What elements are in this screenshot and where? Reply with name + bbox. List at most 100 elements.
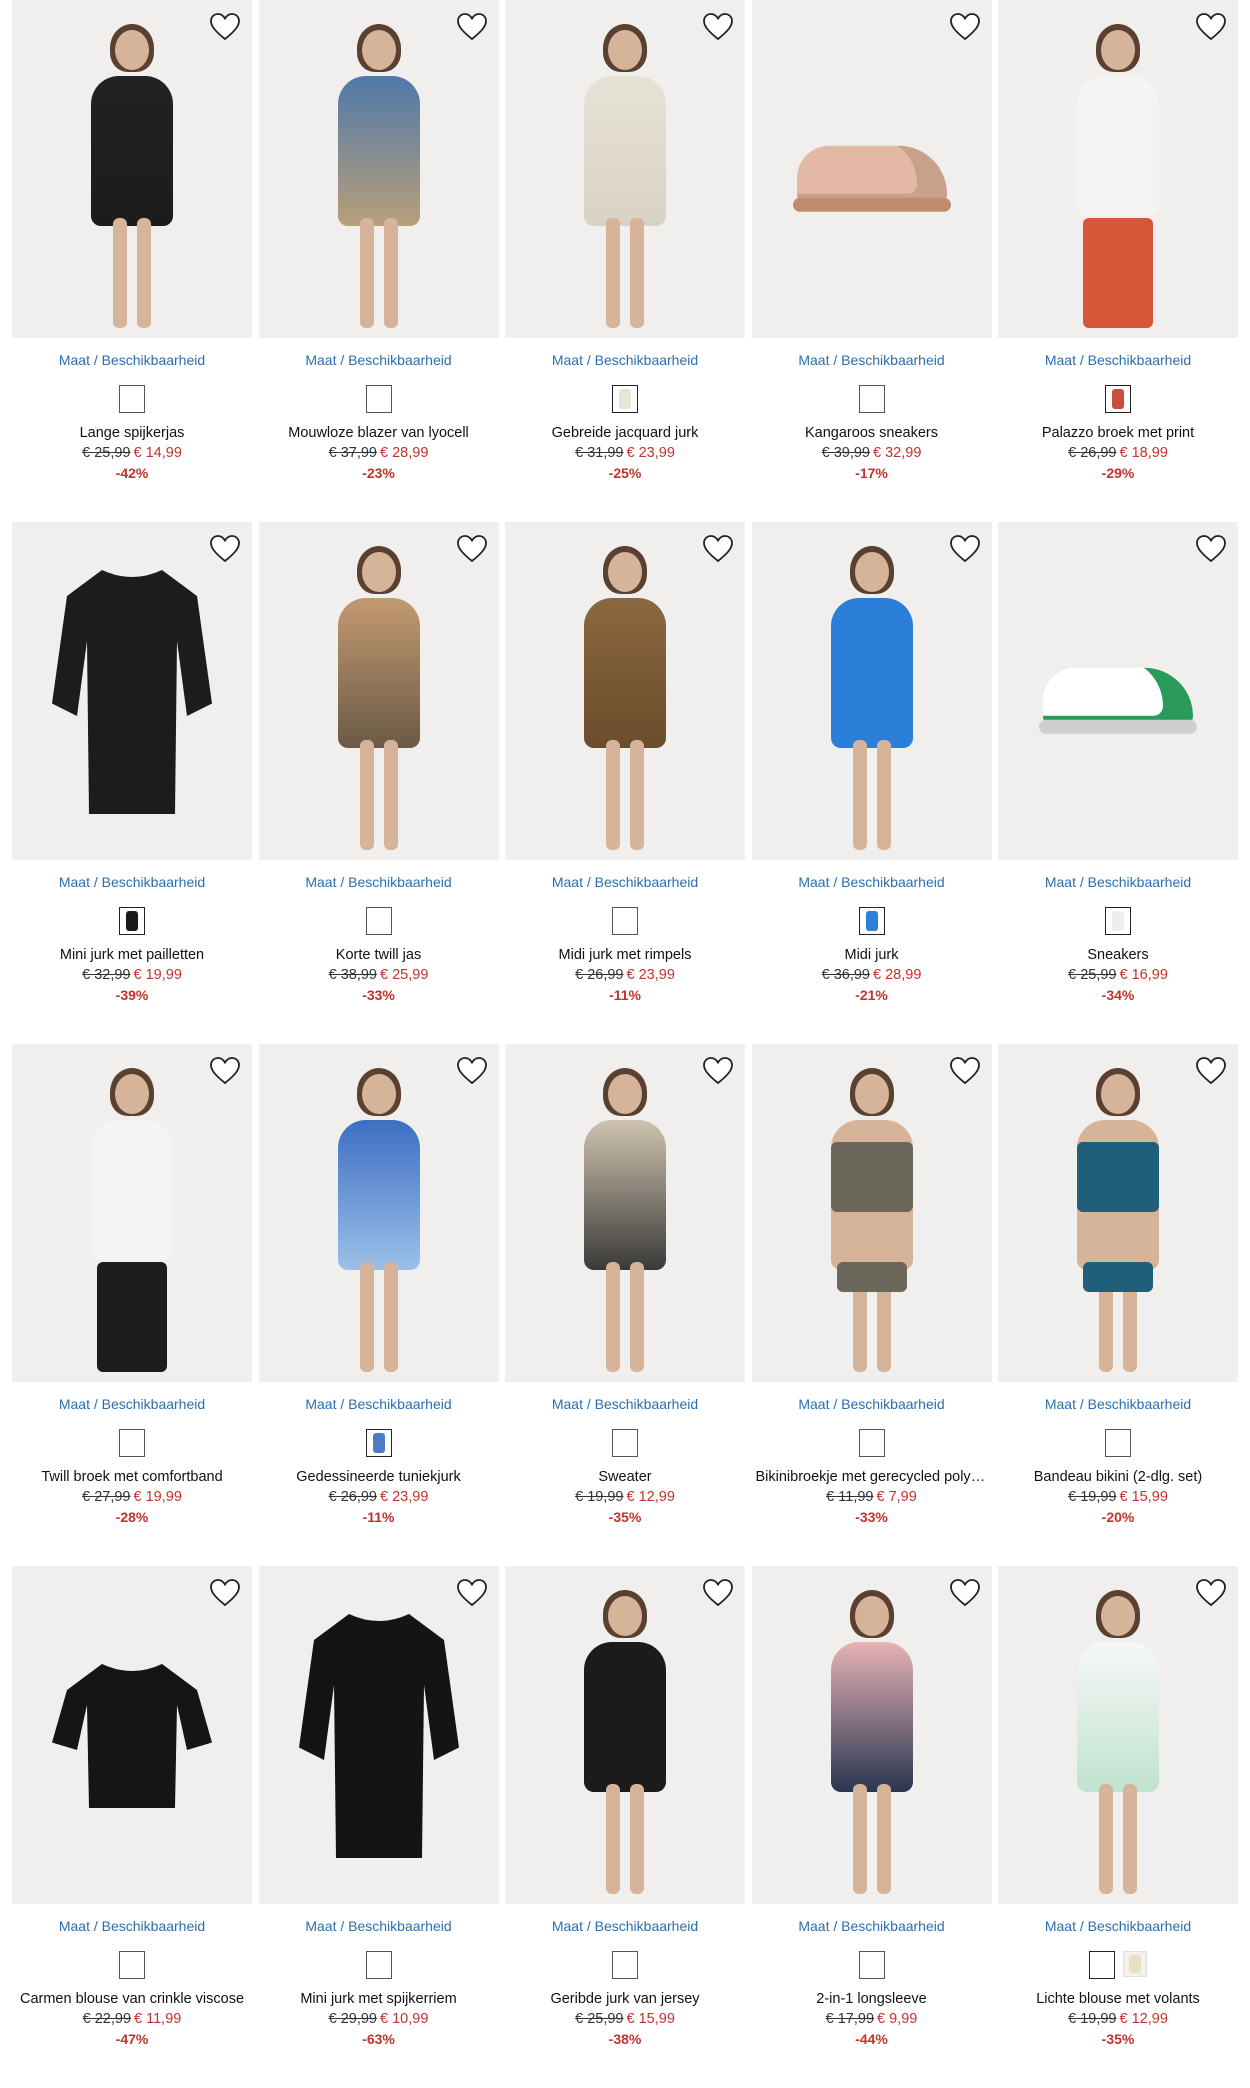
size-availability-link[interactable]: Maat / Beschikbaarheid xyxy=(752,1395,992,1413)
heart-icon[interactable] xyxy=(701,1576,735,1610)
product-name[interactable]: Gedessineerde tuniekjurk xyxy=(259,1468,499,1487)
heart-icon[interactable] xyxy=(455,532,489,566)
product-image[interactable] xyxy=(505,1044,745,1382)
color-swatch[interactable] xyxy=(119,907,145,935)
color-swatch[interactable] xyxy=(1123,1951,1147,1977)
product-image[interactable] xyxy=(12,0,252,338)
product-card[interactable]: Maat / Beschikbaarheid Mini jurk met pai… xyxy=(12,522,252,1044)
product-card[interactable]: Maat / Beschikbaarheid Gebreide jacquard… xyxy=(505,0,745,522)
color-swatch[interactable] xyxy=(858,1951,885,1979)
color-swatch[interactable] xyxy=(119,1429,145,1457)
product-image[interactable] xyxy=(505,522,745,860)
product-name[interactable]: Midi jurk met rimpels xyxy=(505,946,745,965)
size-availability-link[interactable]: Maat / Beschikbaarheid xyxy=(505,1917,745,1935)
product-name[interactable]: Mini jurk met pailletten xyxy=(12,946,252,965)
color-swatch[interactable] xyxy=(1105,1429,1131,1457)
size-availability-link[interactable]: Maat / Beschikbaarheid xyxy=(752,873,992,891)
product-name[interactable]: Mini jurk met spijkerriem xyxy=(259,1990,499,2009)
color-swatch[interactable] xyxy=(365,1429,392,1457)
product-card[interactable]: Maat / Beschikbaarheid Mini jurk met spi… xyxy=(258,1566,499,2088)
size-availability-link[interactable]: Maat / Beschikbaarheid xyxy=(752,351,992,369)
heart-icon[interactable] xyxy=(455,1054,489,1088)
product-card[interactable]: Maat / Beschikbaarheid Palazzo broek met… xyxy=(998,0,1238,522)
heart-icon[interactable] xyxy=(948,1054,982,1088)
heart-icon[interactable] xyxy=(1194,1576,1228,1610)
color-swatch[interactable] xyxy=(1105,907,1131,935)
product-image[interactable] xyxy=(258,0,499,338)
product-image[interactable] xyxy=(998,0,1238,338)
heart-icon[interactable] xyxy=(208,10,242,44)
size-availability-link[interactable]: Maat / Beschikbaarheid xyxy=(998,873,1238,891)
color-swatch[interactable] xyxy=(612,1429,638,1457)
size-availability-link[interactable]: Maat / Beschikbaarheid xyxy=(259,1395,499,1413)
product-name[interactable]: Bandeau bikini (2-dlg. set) xyxy=(998,1468,1238,1487)
product-card[interactable]: Maat / Beschikbaarheid Lange spijkerjas … xyxy=(12,0,252,522)
color-swatch[interactable] xyxy=(119,385,145,413)
size-availability-link[interactable]: Maat / Beschikbaarheid xyxy=(998,1917,1238,1935)
color-swatch[interactable] xyxy=(612,1951,638,1979)
product-image[interactable] xyxy=(12,1566,252,1904)
heart-icon[interactable] xyxy=(1194,10,1228,44)
product-name[interactable]: Mouwloze blazer van lyocell xyxy=(259,424,499,443)
product-name[interactable]: Lange spijkerjas xyxy=(12,424,252,443)
size-availability-link[interactable]: Maat / Beschikbaarheid xyxy=(259,873,499,891)
product-image[interactable] xyxy=(12,1044,252,1382)
size-availability-link[interactable]: Maat / Beschikbaarheid xyxy=(12,351,252,369)
product-card[interactable]: Maat / Beschikbaarheid Bandeau bikini (2… xyxy=(998,1044,1238,1566)
size-availability-link[interactable]: Maat / Beschikbaarheid xyxy=(12,1395,252,1413)
product-card[interactable]: Maat / Beschikbaarheid Bikinibroekje met… xyxy=(751,1044,992,1566)
product-card[interactable]: Maat / Beschikbaarheid Lichte blouse met… xyxy=(998,1566,1238,2088)
color-swatch[interactable] xyxy=(858,907,885,935)
size-availability-link[interactable]: Maat / Beschikbaarheid xyxy=(12,1917,252,1935)
product-name[interactable]: Bikinibroekje met gerecycled polya… xyxy=(752,1468,992,1487)
product-card[interactable]: Maat / Beschikbaarheid Gedessineerde tun… xyxy=(258,1044,499,1566)
product-card[interactable]: Maat / Beschikbaarheid Sneakers € 25,99 €… xyxy=(998,522,1238,1044)
color-swatch[interactable] xyxy=(1105,385,1131,413)
product-name[interactable]: Gebreide jacquard jurk xyxy=(505,424,745,443)
product-image[interactable] xyxy=(751,522,992,860)
product-image[interactable] xyxy=(12,522,252,860)
size-availability-link[interactable]: Maat / Beschikbaarheid xyxy=(505,873,745,891)
color-swatch[interactable] xyxy=(1089,1951,1115,1979)
size-availability-link[interactable]: Maat / Beschikbaarheid xyxy=(998,1395,1238,1413)
product-image[interactable] xyxy=(258,1044,499,1382)
product-name[interactable]: Korte twill jas xyxy=(259,946,499,965)
size-availability-link[interactable]: Maat / Beschikbaarheid xyxy=(259,351,499,369)
color-swatch[interactable] xyxy=(858,1429,885,1457)
product-image[interactable] xyxy=(258,522,499,860)
product-name[interactable]: 2-in-1 longsleeve xyxy=(752,1990,992,2009)
product-name[interactable]: Kangaroos sneakers xyxy=(752,424,992,443)
heart-icon[interactable] xyxy=(455,10,489,44)
product-image[interactable] xyxy=(998,1044,1238,1382)
size-availability-link[interactable]: Maat / Beschikbaarheid xyxy=(998,351,1238,369)
product-card[interactable]: Maat / Beschikbaarheid Sweater € 19,99 € … xyxy=(505,1044,745,1566)
heart-icon[interactable] xyxy=(948,10,982,44)
product-card[interactable]: Maat / Beschikbaarheid Twill broek met c… xyxy=(12,1044,252,1566)
heart-icon[interactable] xyxy=(208,532,242,566)
color-swatch[interactable] xyxy=(858,385,885,413)
heart-icon[interactable] xyxy=(948,532,982,566)
size-availability-link[interactable]: Maat / Beschikbaarheid xyxy=(12,873,252,891)
product-name[interactable]: Geribde jurk van jersey xyxy=(505,1990,745,2009)
color-swatch[interactable] xyxy=(365,1951,392,1979)
product-name[interactable]: Sneakers xyxy=(998,946,1238,965)
product-card[interactable]: Maat / Beschikbaarheid Korte twill jas €… xyxy=(258,522,499,1044)
heart-icon[interactable] xyxy=(701,532,735,566)
product-name[interactable]: Lichte blouse met volants xyxy=(998,1990,1238,2009)
product-card[interactable]: Maat / Beschikbaarheid Kangaroos sneaker… xyxy=(751,0,992,522)
color-swatch[interactable] xyxy=(612,907,638,935)
product-name[interactable]: Carmen blouse van crinkle viscose xyxy=(12,1990,252,2009)
size-availability-link[interactable]: Maat / Beschikbaarheid xyxy=(752,1917,992,1935)
color-swatch[interactable] xyxy=(365,907,392,935)
product-image[interactable] xyxy=(505,0,745,338)
product-image[interactable] xyxy=(258,1566,499,1904)
product-card[interactable]: Maat / Beschikbaarheid Midi jurk met rim… xyxy=(505,522,745,1044)
product-image[interactable] xyxy=(998,1566,1238,1904)
size-availability-link[interactable]: Maat / Beschikbaarheid xyxy=(505,351,745,369)
heart-icon[interactable] xyxy=(1194,1054,1228,1088)
product-image[interactable] xyxy=(505,1566,745,1904)
product-card[interactable]: Maat / Beschikbaarheid Midi jurk € 36,99… xyxy=(751,522,992,1044)
heart-icon[interactable] xyxy=(1194,532,1228,566)
product-card[interactable]: Maat / Beschikbaarheid Mouwloze blazer v… xyxy=(258,0,499,522)
heart-icon[interactable] xyxy=(701,1054,735,1088)
